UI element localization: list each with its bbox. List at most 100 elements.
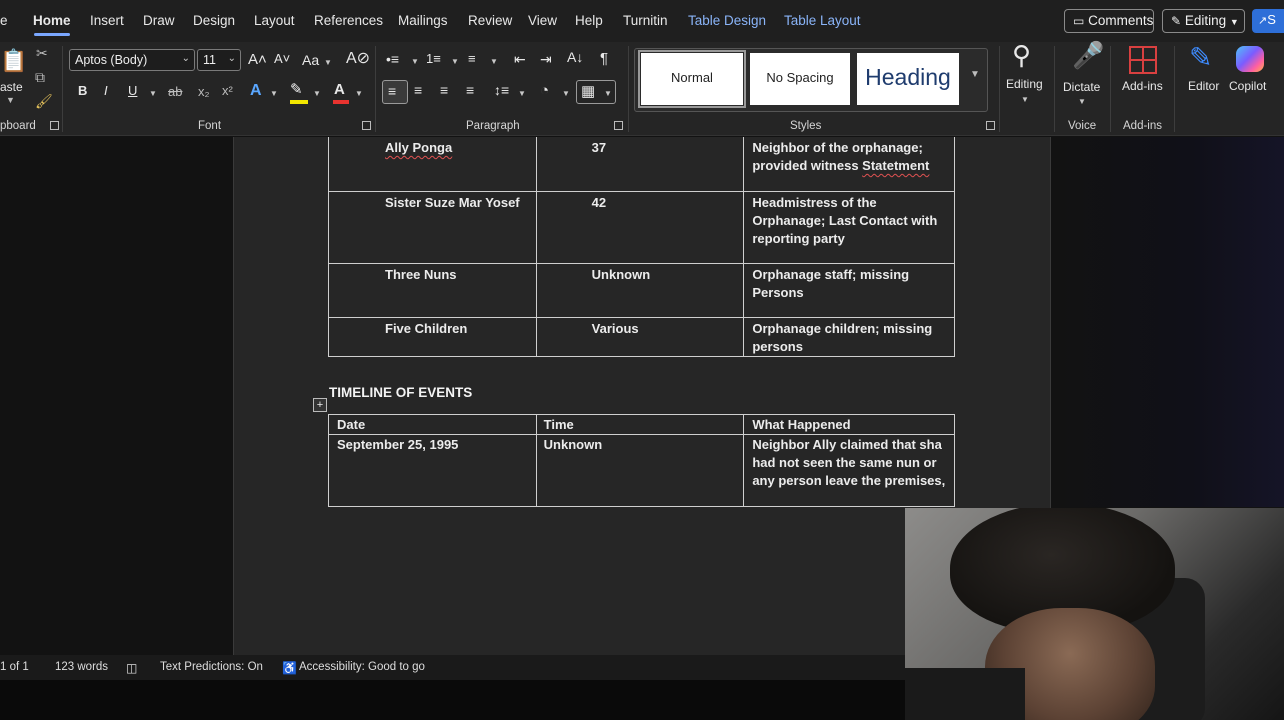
table-cell[interactable]: Ally Ponga xyxy=(328,137,537,192)
copy-icon[interactable]: ⧉ xyxy=(35,70,45,84)
chevron-down-icon[interactable]: ▼ xyxy=(411,57,419,66)
table-cell[interactable]: Neighbor Ally claimed that sha had not s… xyxy=(743,434,955,507)
chevron-down-icon[interactable]: ▼ xyxy=(324,58,332,67)
table-header-cell[interactable]: What Happened xyxy=(743,414,955,435)
chevron-down-icon[interactable]: ▼ xyxy=(149,89,157,98)
table-header-cell[interactable]: Date xyxy=(328,414,537,435)
bullets-icon[interactable]: •≡ xyxy=(386,52,399,66)
font-color-icon[interactable]: A xyxy=(334,82,345,97)
paragraph-dialog-launcher[interactable] xyxy=(614,121,623,130)
styles-more-icon[interactable]: ▼ xyxy=(970,70,980,80)
borders-button[interactable]: ▦ ▼ xyxy=(576,80,616,104)
font-dialog-launcher[interactable] xyxy=(362,121,371,130)
sort-icon[interactable]: A↓ xyxy=(567,50,583,64)
accessibility-status[interactable]: Accessibility: Good to go xyxy=(299,661,425,673)
style-normal[interactable]: Normal xyxy=(638,50,746,108)
tab-file[interactable]: e xyxy=(0,13,8,28)
addins-icon[interactable] xyxy=(1129,46,1157,74)
align-left-button[interactable]: ≡ xyxy=(382,80,408,104)
table-cell[interactable]: Headmistress of the Orphanage; Last Cont… xyxy=(743,190,955,264)
editor-button[interactable]: Editor xyxy=(1188,79,1219,93)
underline-icon[interactable]: U xyxy=(128,84,137,97)
table-cell[interactable]: Three Nuns xyxy=(328,262,537,318)
tab-home[interactable]: Home xyxy=(33,13,71,28)
clear-formatting-icon[interactable]: A⊘ xyxy=(346,51,370,67)
table-cell[interactable]: 42 xyxy=(535,190,745,264)
table-cell[interactable]: Sister Suze Mar Yosef xyxy=(328,190,537,264)
text-effects-icon[interactable]: A xyxy=(250,83,262,99)
justify-icon[interactable]: ≡ xyxy=(466,83,474,97)
superscript-icon[interactable]: x² xyxy=(222,84,233,97)
text-predictions-status[interactable]: Text Predictions: On xyxy=(160,661,263,673)
search-icon[interactable]: ⚲ xyxy=(1012,42,1031,68)
multilevel-list-icon[interactable]: ≡ xyxy=(468,52,476,65)
strikethrough-icon[interactable]: ab xyxy=(168,85,182,98)
style-no-spacing[interactable]: No Spacing xyxy=(750,53,850,105)
styles-dialog-launcher[interactable] xyxy=(986,121,995,130)
bold-icon[interactable]: B xyxy=(78,84,87,97)
table-cell[interactable]: Unknown xyxy=(535,434,745,507)
word-count[interactable]: 123 words xyxy=(55,661,108,673)
table-cell[interactable]: 37 xyxy=(535,137,745,192)
tab-draw[interactable]: Draw xyxy=(143,13,175,28)
table-cell[interactable]: Orphanage staff; missing Persons xyxy=(743,262,955,318)
proofing-icon[interactable]: ◫ xyxy=(126,661,137,675)
chevron-down-icon[interactable]: ▼ xyxy=(270,89,278,98)
addins-button[interactable]: Add-ins xyxy=(1122,79,1163,93)
grow-font-icon[interactable]: A˄ xyxy=(248,52,267,67)
tab-help[interactable]: Help xyxy=(575,13,603,28)
table-cell[interactable]: Various xyxy=(535,316,745,357)
microphone-icon[interactable]: 🎤 xyxy=(1072,42,1104,68)
style-heading[interactable]: Heading xyxy=(857,53,959,105)
increase-indent-icon[interactable]: ⇥ xyxy=(540,52,552,66)
highlight-icon[interactable]: ✎ xyxy=(290,82,303,97)
align-center-icon[interactable]: ≡ xyxy=(414,83,422,97)
chevron-down-icon[interactable]: ▼ xyxy=(355,89,363,98)
copilot-icon[interactable] xyxy=(1236,46,1264,72)
table-cell[interactable]: Five Children xyxy=(328,316,537,357)
italic-icon[interactable]: I xyxy=(104,84,108,97)
editing-mode-button[interactable]: ✎ Editing ▼ xyxy=(1162,9,1245,33)
tab-table-design[interactable]: Table Design xyxy=(688,13,766,28)
table-cell[interactable]: September 25, 1995 xyxy=(328,434,537,507)
format-painter-icon[interactable]: 🖌 xyxy=(35,94,53,108)
chevron-down-icon[interactable]: ▼ xyxy=(313,89,321,98)
editor-pen-icon[interactable]: ✎ xyxy=(1189,44,1212,72)
editing-group-button[interactable]: Editing xyxy=(1006,77,1043,91)
shrink-font-icon[interactable]: A˅ xyxy=(274,52,290,65)
font-size-dropdown[interactable]: 11 ⌄ xyxy=(197,49,241,71)
tab-references[interactable]: References xyxy=(314,13,383,28)
tab-insert[interactable]: Insert xyxy=(90,13,124,28)
tab-mailings[interactable]: Mailings xyxy=(398,13,448,28)
chevron-down-icon[interactable]: ▼ xyxy=(6,96,15,105)
page-count[interactable]: 1 of 1 xyxy=(0,661,29,673)
table-cell[interactable]: Unknown xyxy=(535,262,745,318)
tab-view[interactable]: View xyxy=(528,13,557,28)
table-move-handle-icon[interactable]: + xyxy=(313,398,327,412)
clipboard-dialog-launcher[interactable] xyxy=(50,121,59,130)
line-spacing-icon[interactable]: ↕≡ xyxy=(494,83,509,97)
copilot-button[interactable]: Copilot xyxy=(1229,79,1266,93)
tab-design[interactable]: Design xyxy=(193,13,235,28)
share-button[interactable]: ↗S xyxy=(1252,9,1284,33)
clipboard-icon[interactable]: 📋 xyxy=(0,50,27,72)
table-cell[interactable]: Orphanage children; missing persons xyxy=(743,316,955,357)
font-name-dropdown[interactable]: Aptos (Body) ⌄ xyxy=(69,49,195,71)
chevron-down-icon[interactable]: ▼ xyxy=(1021,95,1029,104)
change-case-icon[interactable]: Aa xyxy=(302,53,319,67)
pilcrow-icon[interactable]: ¶ xyxy=(600,51,608,66)
comments-button[interactable]: ▭ Comments xyxy=(1064,9,1154,33)
tab-turnitin[interactable]: Turnitin xyxy=(623,13,668,28)
numbering-icon[interactable]: 1≡ xyxy=(426,52,441,65)
cut-icon[interactable]: ✂ xyxy=(36,46,48,60)
tab-layout[interactable]: Layout xyxy=(254,13,295,28)
dictate-button[interactable]: Dictate xyxy=(1063,80,1100,94)
table-header-cell[interactable]: Time xyxy=(535,414,745,435)
subscript-icon[interactable]: x₂ xyxy=(198,85,210,98)
tab-table-layout[interactable]: Table Layout xyxy=(784,13,861,28)
tab-review[interactable]: Review xyxy=(468,13,512,28)
shading-icon[interactable]: ◔ xyxy=(540,83,549,98)
table-cell[interactable]: Neighbor of the orphanage; provided witn… xyxy=(743,137,955,192)
decrease-indent-icon[interactable]: ⇤ xyxy=(514,52,526,66)
chevron-down-icon[interactable]: ▼ xyxy=(490,57,498,66)
